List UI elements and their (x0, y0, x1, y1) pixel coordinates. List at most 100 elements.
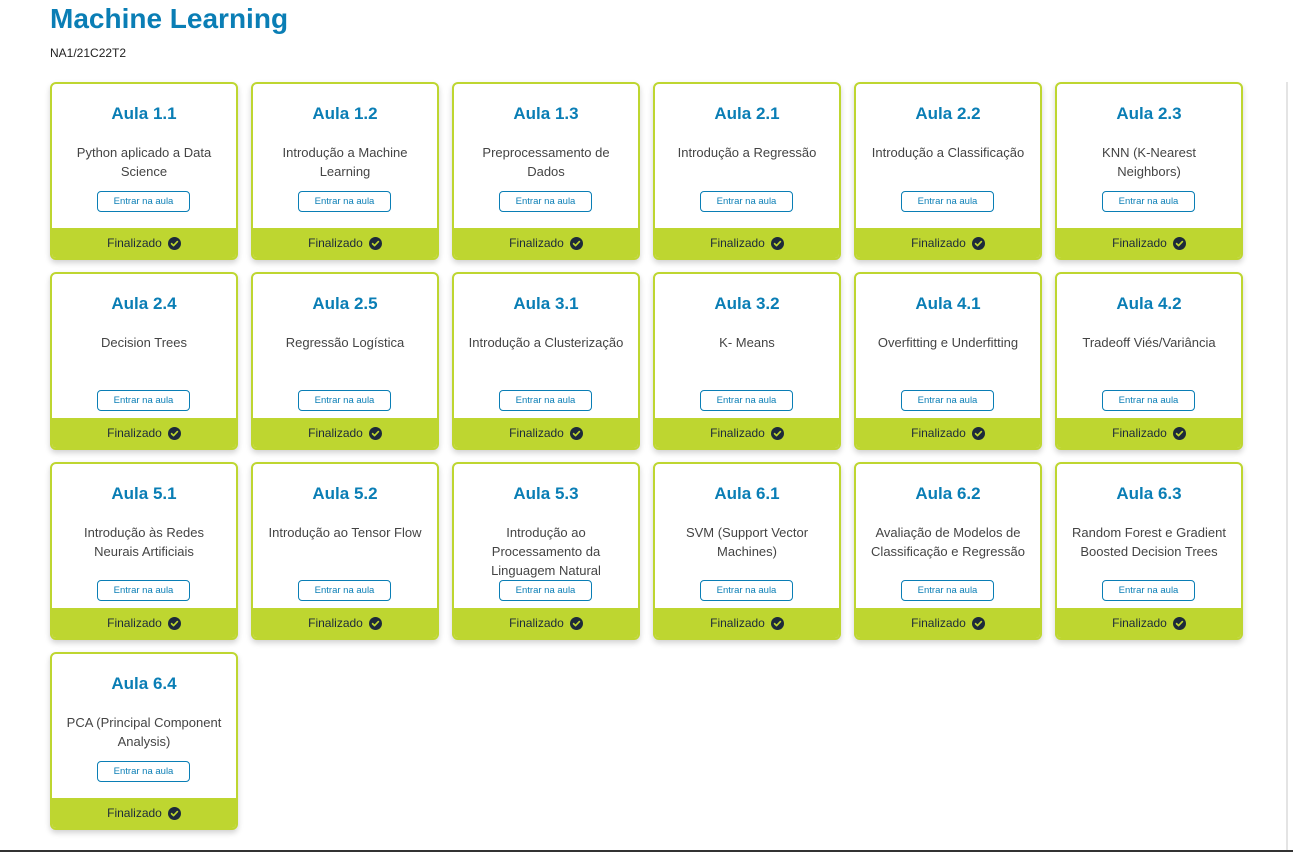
lesson-card: Aula 3.1 Introdução a Clusterização Entr… (452, 272, 640, 450)
status-label: Finalizado (308, 236, 363, 250)
lesson-description: K- Means (719, 335, 775, 350)
check-circle-icon (167, 616, 181, 630)
status-bar: Finalizado (454, 228, 638, 258)
status-label: Finalizado (509, 236, 564, 250)
scrollbar-track[interactable] (1286, 82, 1288, 852)
status-label: Finalizado (911, 426, 966, 440)
lesson-card: Aula 1.2 Introdução a Machine Learning E… (251, 82, 439, 260)
enter-lesson-button[interactable]: Entrar na aula (1102, 191, 1195, 212)
lesson-description: KNN (K-Nearest Neighbors) (1102, 145, 1196, 179)
enter-lesson-button[interactable]: Entrar na aula (901, 580, 994, 601)
lesson-description: Introdução ao Processamento da Linguagem… (491, 525, 601, 578)
status-label: Finalizado (509, 616, 564, 630)
lesson-card: Aula 4.1 Overfitting e Underfitting Entr… (854, 272, 1042, 450)
check-circle-icon (569, 426, 583, 440)
lesson-description: Introdução a Clusterização (468, 335, 624, 350)
lesson-title: Aula 2.3 (1116, 104, 1182, 123)
status-bar: Finalizado (52, 798, 236, 828)
status-label: Finalizado (1112, 616, 1167, 630)
lesson-title: Aula 5.3 (513, 484, 579, 503)
enter-lesson-button[interactable]: Entrar na aula (298, 191, 391, 212)
status-bar: Finalizado (52, 418, 236, 448)
status-bar: Finalizado (454, 608, 638, 638)
status-bar: Finalizado (655, 608, 839, 638)
status-bar: Finalizado (253, 608, 437, 638)
lesson-title: Aula 4.2 (1116, 294, 1182, 313)
status-bar: Finalizado (1057, 418, 1241, 448)
lesson-title: Aula 3.2 (714, 294, 780, 313)
check-circle-icon (971, 426, 985, 440)
enter-lesson-button[interactable]: Entrar na aula (97, 191, 190, 212)
enter-lesson-button[interactable]: Entrar na aula (97, 580, 190, 601)
enter-lesson-button[interactable]: Entrar na aula (700, 191, 793, 212)
enter-lesson-button[interactable]: Entrar na aula (1102, 580, 1195, 601)
lesson-card: Aula 4.2 Tradeoff Viés/Variância Entrar … (1055, 272, 1243, 450)
lesson-card: Aula 6.3 Random Forest e Gradient Booste… (1055, 462, 1243, 640)
check-circle-icon (569, 616, 583, 630)
check-circle-icon (1172, 426, 1186, 440)
status-bar: Finalizado (655, 418, 839, 448)
status-label: Finalizado (308, 616, 363, 630)
lesson-card: Aula 1.3 Preprocessamento de Dados Entra… (452, 82, 640, 260)
check-circle-icon (368, 616, 382, 630)
enter-lesson-button[interactable]: Entrar na aula (1102, 390, 1195, 411)
status-bar: Finalizado (1057, 228, 1241, 258)
lesson-description: Preprocessamento de Dados (482, 145, 610, 179)
status-bar: Finalizado (52, 228, 236, 258)
enter-lesson-button[interactable]: Entrar na aula (700, 580, 793, 601)
enter-lesson-button[interactable]: Entrar na aula (700, 390, 793, 411)
lesson-description: Tradeoff Viés/Variância (1082, 335, 1216, 350)
enter-lesson-button[interactable]: Entrar na aula (298, 580, 391, 601)
lesson-description: Introdução a Machine Learning (282, 145, 408, 179)
enter-lesson-button[interactable]: Entrar na aula (499, 191, 592, 212)
lesson-title: Aula 6.4 (111, 674, 177, 693)
check-circle-icon (770, 616, 784, 630)
enter-lesson-button[interactable]: Entrar na aula (298, 390, 391, 411)
status-bar: Finalizado (856, 228, 1040, 258)
lesson-card: Aula 5.3 Introdução ao Processamento da … (452, 462, 640, 640)
lesson-card: Aula 2.1 Introdução a Regressão Entrar n… (653, 82, 841, 260)
lesson-title: Aula 1.2 (312, 104, 378, 123)
status-label: Finalizado (710, 426, 765, 440)
lesson-description: Introdução às Redes Neurais Artificiais (84, 525, 204, 559)
lesson-card: Aula 6.2 Avaliação de Modelos de Classif… (854, 462, 1042, 640)
status-label: Finalizado (710, 616, 765, 630)
lesson-title: Aula 6.2 (915, 484, 981, 503)
check-circle-icon (569, 236, 583, 250)
lesson-description: SVM (Support Vector Machines) (685, 525, 809, 559)
lesson-description: Introdução ao Tensor Flow (268, 525, 422, 540)
check-circle-icon (167, 236, 181, 250)
check-circle-icon (770, 236, 784, 250)
lesson-description: Regressão Logística (285, 335, 405, 350)
check-circle-icon (368, 426, 382, 440)
enter-lesson-button[interactable]: Entrar na aula (901, 390, 994, 411)
lesson-description: PCA (Principal Component Analysis) (66, 715, 222, 749)
enter-lesson-button[interactable]: Entrar na aula (499, 580, 592, 601)
check-circle-icon (167, 806, 181, 820)
lesson-title: Aula 6.3 (1116, 484, 1182, 503)
lesson-title: Aula 2.2 (915, 104, 981, 123)
lesson-description: Introdução a Regressão (677, 145, 817, 160)
enter-lesson-button[interactable]: Entrar na aula (97, 761, 190, 782)
enter-lesson-button[interactable]: Entrar na aula (499, 390, 592, 411)
lesson-card: Aula 2.2 Introdução a Classificação Entr… (854, 82, 1042, 260)
lesson-card: Aula 2.3 KNN (K-Nearest Neighbors) Entra… (1055, 82, 1243, 260)
lesson-card: Aula 6.4 PCA (Principal Component Analys… (50, 652, 238, 830)
enter-lesson-button[interactable]: Entrar na aula (97, 390, 190, 411)
status-bar: Finalizado (253, 228, 437, 258)
status-bar: Finalizado (454, 418, 638, 448)
lesson-title: Aula 6.1 (714, 484, 780, 503)
check-circle-icon (971, 236, 985, 250)
status-label: Finalizado (107, 616, 162, 630)
lesson-title: Aula 2.1 (714, 104, 780, 123)
status-bar: Finalizado (253, 418, 437, 448)
status-label: Finalizado (107, 806, 162, 820)
check-circle-icon (368, 236, 382, 250)
status-label: Finalizado (911, 236, 966, 250)
status-bar: Finalizado (1057, 608, 1241, 638)
lesson-description: Decision Trees (101, 335, 187, 350)
check-circle-icon (167, 426, 181, 440)
status-label: Finalizado (107, 426, 162, 440)
lesson-title: Aula 5.1 (111, 484, 177, 503)
enter-lesson-button[interactable]: Entrar na aula (901, 191, 994, 212)
